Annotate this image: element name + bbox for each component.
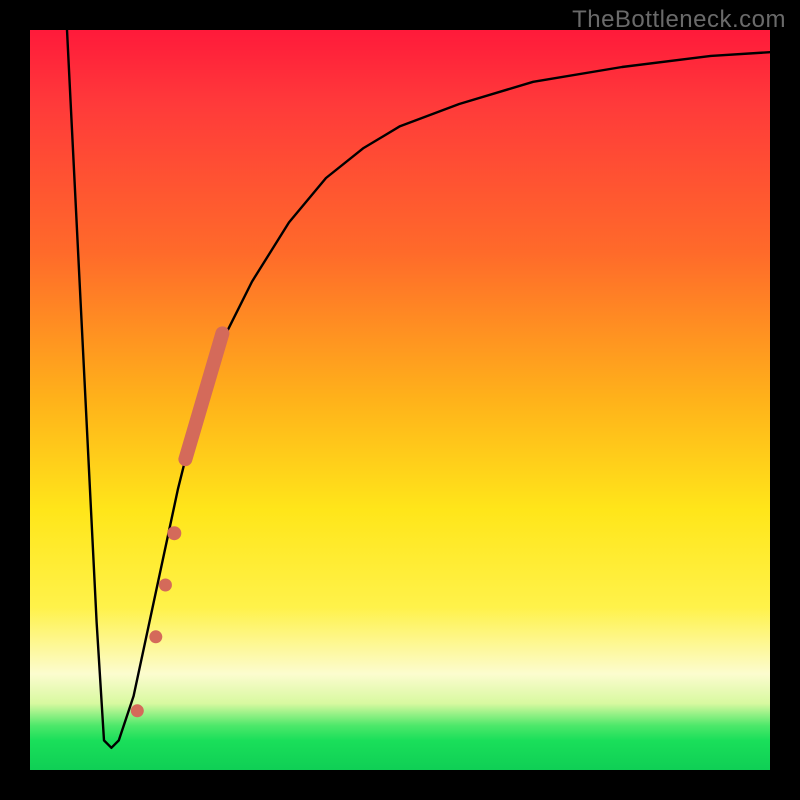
highlight-dots [131,526,182,717]
chart-frame: TheBottleneck.com [0,0,800,800]
highlight-segment [185,333,222,459]
curve-layer [30,30,770,770]
highlight-dot [159,579,172,592]
watermark-text: TheBottleneck.com [572,6,786,34]
highlight-dot [131,704,144,717]
plot-area [30,30,770,770]
highlight-dot [149,630,162,643]
highlight-dot [167,526,181,540]
bottleneck-curve [67,30,770,748]
